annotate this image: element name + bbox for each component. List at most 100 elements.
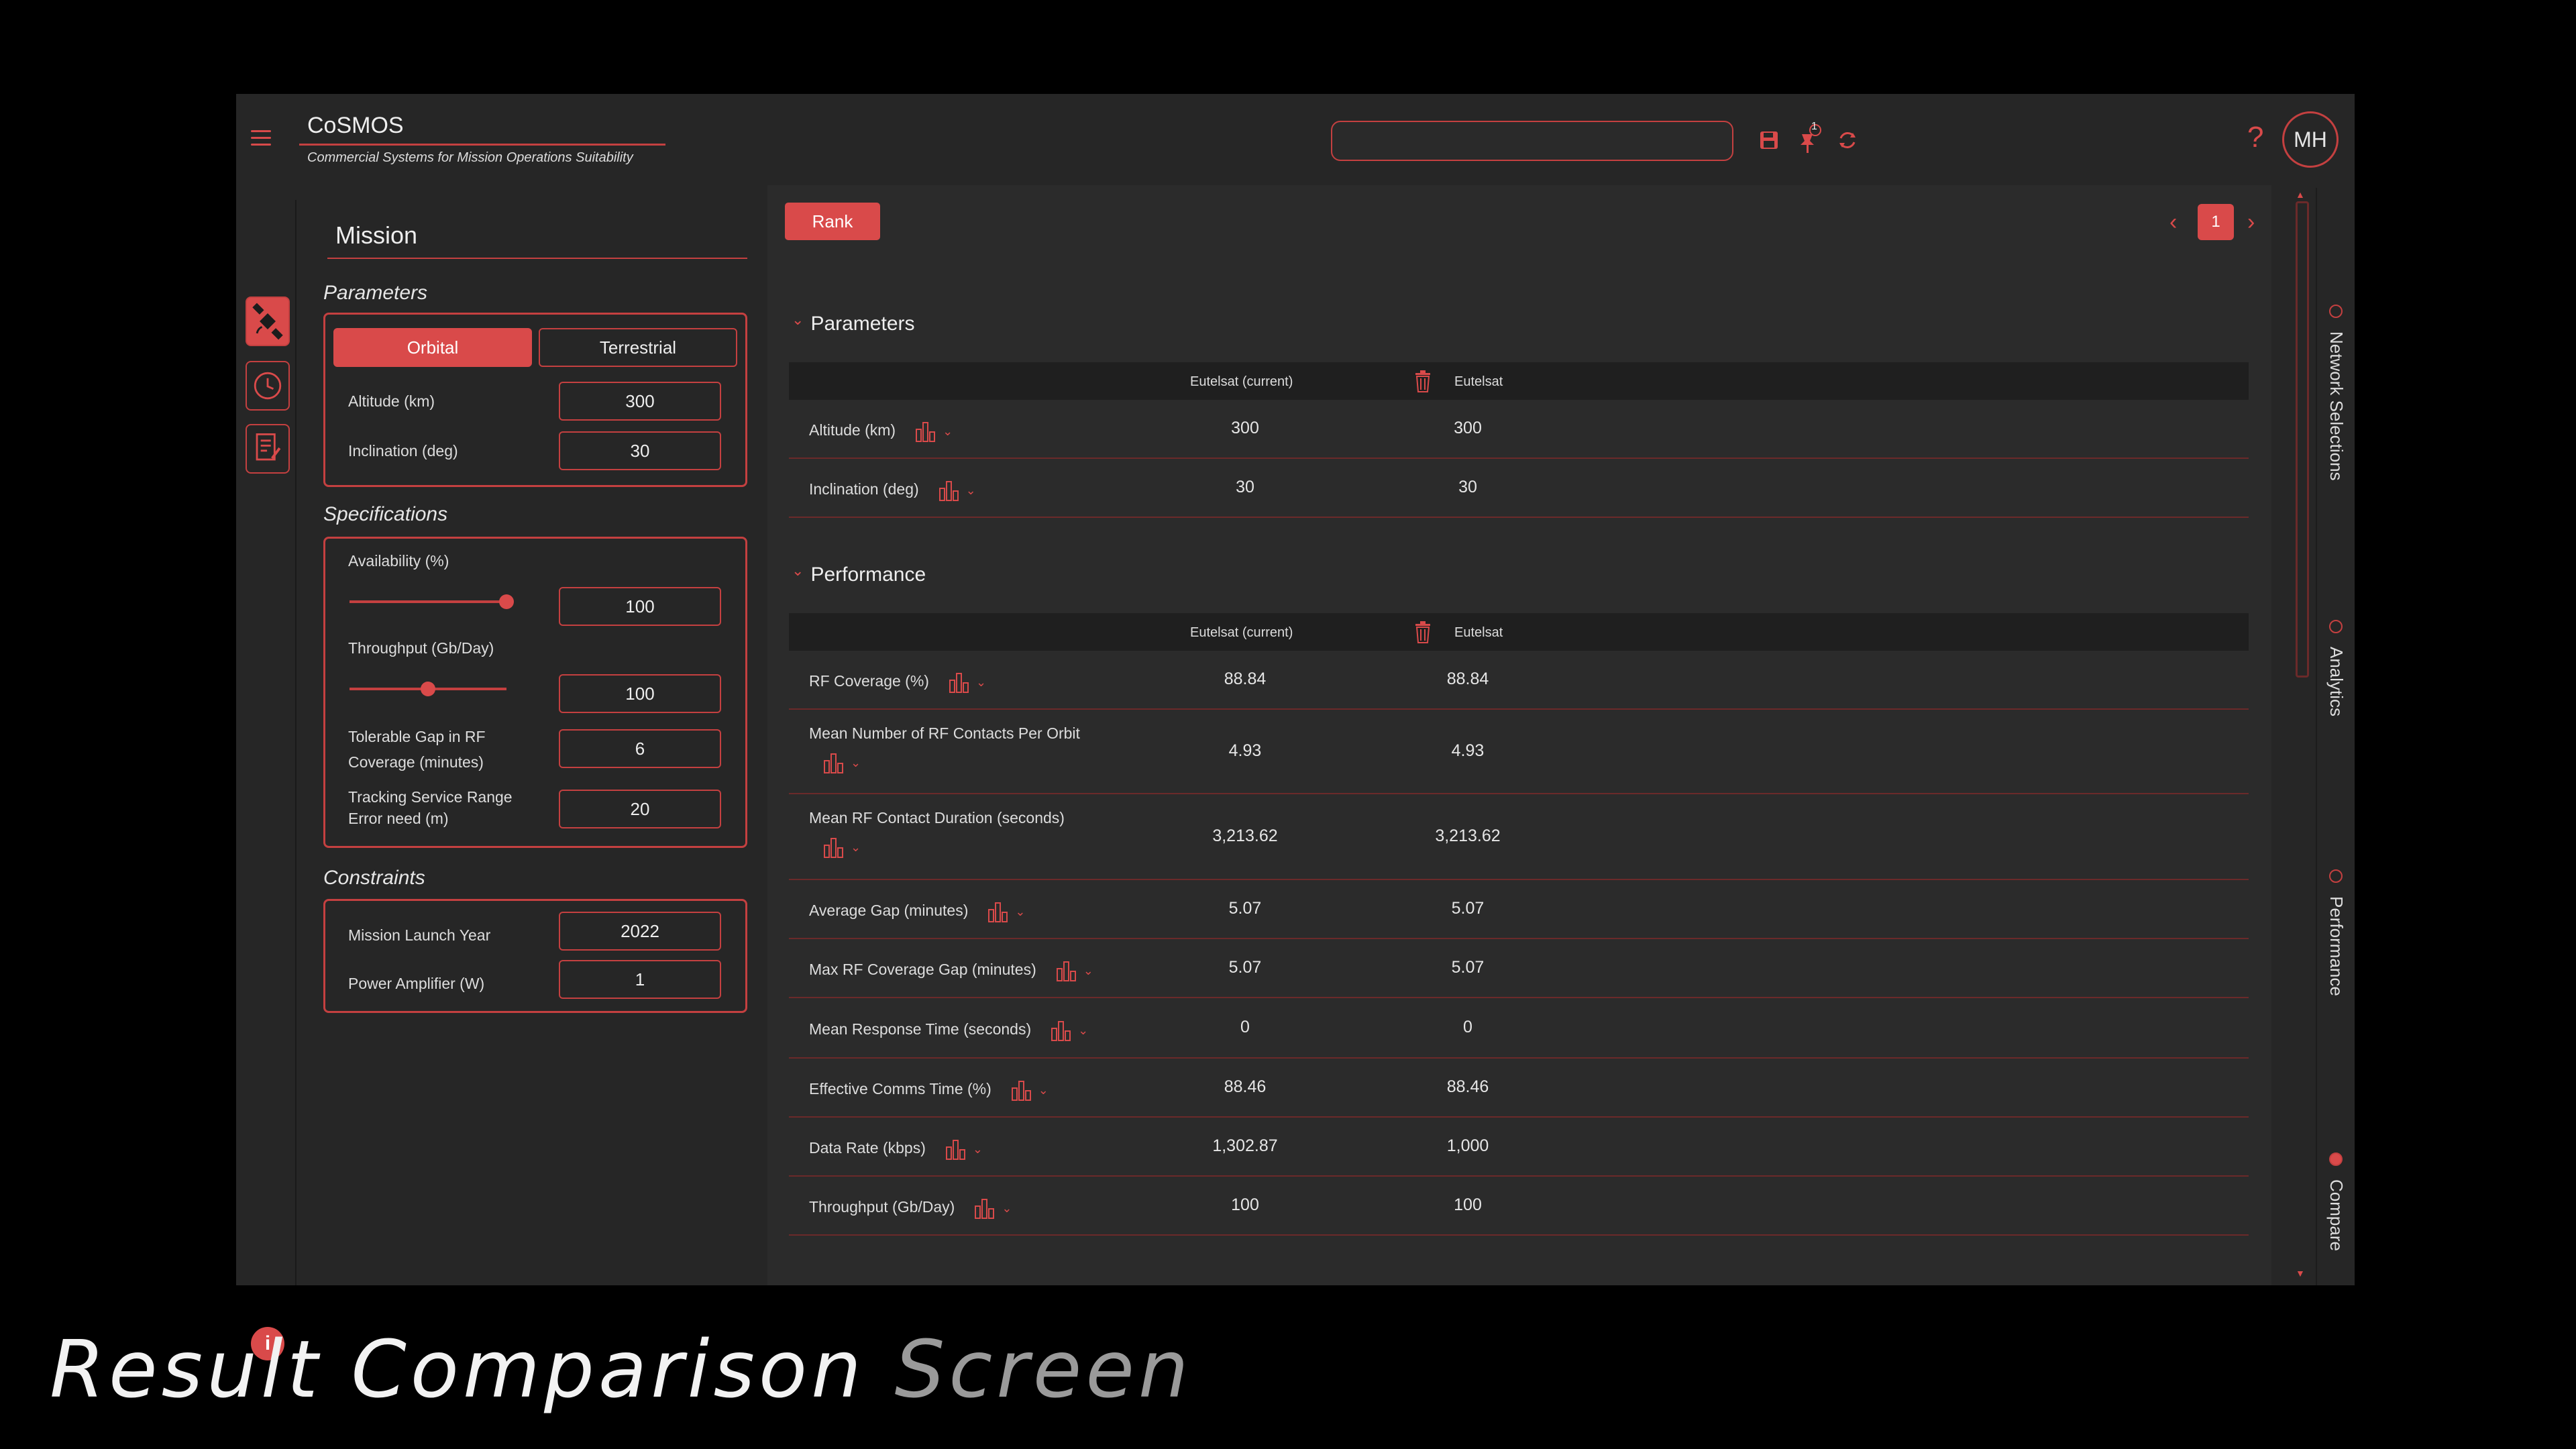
trash-icon[interactable] <box>1413 620 1433 644</box>
scrollbar[interactable]: ▲ ▼ <box>2293 189 2309 1281</box>
bar-chart-icon[interactable] <box>973 1197 996 1220</box>
nav-item-label[interactable]: Analytics <box>2326 647 2347 716</box>
nav-dot[interactable] <box>2329 305 2343 318</box>
chevron-down-icon[interactable]: ⌄ <box>851 756 861 770</box>
chevron-down-icon[interactable]: ⌄ <box>966 484 976 498</box>
history-icon[interactable] <box>246 361 290 411</box>
row-label-group: Mean Response Time (seconds) ⌄ <box>809 1019 1088 1042</box>
value-compare: 4.93 <box>1451 741 1485 760</box>
bar-chart-icon[interactable] <box>945 1138 967 1161</box>
parameters-section-toggle[interactable]: ⌄ Parameters <box>792 311 915 335</box>
menu-icon[interactable] <box>251 130 271 146</box>
throughput-label: Throughput (Gb/Day) <box>348 639 494 657</box>
row-label-group: Data Rate (kbps) ⌄ <box>809 1138 983 1161</box>
tracking-field[interactable]: 20 <box>559 790 721 828</box>
throughput-slider-thumb[interactable] <box>421 682 435 696</box>
divider <box>327 258 747 259</box>
bar-chart-icon[interactable] <box>987 900 1010 923</box>
throughput-slider[interactable] <box>350 682 506 696</box>
bar-chart-icon[interactable] <box>948 671 971 694</box>
throughput-field[interactable]: 100 <box>559 674 721 713</box>
page-number[interactable]: 1 <box>2198 204 2234 240</box>
bar-chart-icon[interactable] <box>822 836 845 859</box>
caption-secondary: Screen <box>894 1323 1193 1415</box>
inclination-label: Inclination (deg) <box>348 442 458 460</box>
mode-terrestrial-button[interactable]: Terrestrial <box>539 328 737 367</box>
nav-item-label[interactable]: Compare <box>2326 1179 2347 1251</box>
app-title: CoSMOS <box>307 113 404 138</box>
bar-chart-icon[interactable] <box>914 420 937 443</box>
nav-dot[interactable] <box>2329 869 2343 883</box>
bar-chart-icon[interactable] <box>938 479 961 502</box>
gap-label-line-1: Tolerable Gap in RF <box>348 728 486 745</box>
chevron-down-icon[interactable]: ⌄ <box>1002 1201 1012 1216</box>
row-label-group: Average Gap (minutes) ⌄ <box>809 900 1025 923</box>
search-input[interactable] <box>1331 121 1733 161</box>
row-label-group: Inclination (deg) ⌄ <box>809 479 976 502</box>
chevron-down-icon[interactable]: ⌄ <box>1078 1024 1088 1038</box>
nav-dot[interactable] <box>2329 1152 2343 1166</box>
chevron-down-icon[interactable]: ⌄ <box>1038 1083 1049 1097</box>
rank-button[interactable]: Rank <box>785 203 880 240</box>
row-label: RF Coverage (%) <box>809 672 929 690</box>
chevron-down-icon[interactable]: ⌄ <box>1083 964 1093 978</box>
value-compare: 1,000 <box>1446 1136 1489 1155</box>
next-page-button[interactable]: › <box>2247 209 2255 235</box>
satellite-icon[interactable] <box>246 297 290 346</box>
chevron-down-icon[interactable]: ⌄ <box>1015 905 1025 919</box>
specifications-box: Availability (%) 100 Throughput (Gb/Day)… <box>323 537 747 848</box>
value-current: 5.07 <box>1228 958 1262 977</box>
value-current: 1,302.87 <box>1212 1136 1278 1155</box>
bar-chart-icon[interactable] <box>1050 1019 1073 1042</box>
report-icon[interactable] <box>246 424 290 474</box>
nav-item-label[interactable]: Network Selections <box>2326 331 2347 481</box>
refresh-icon[interactable] <box>1833 123 1862 157</box>
pin-icon[interactable] <box>1794 123 1823 157</box>
table-row: Average Gap (minutes) ⌄ 5.07 5.07 <box>789 880 2249 939</box>
bar-chart-icon[interactable] <box>822 751 845 774</box>
table-row: RF Coverage (%) ⌄ 88.84 88.84 <box>789 651 2249 710</box>
prev-page-button[interactable]: ‹ <box>2169 209 2177 235</box>
altitude-field[interactable]: 300 <box>559 382 721 421</box>
section-constraints-heading: Constraints <box>323 867 425 889</box>
chevron-down-icon[interactable]: ⌄ <box>851 841 861 855</box>
scroll-up-icon[interactable]: ▲ <box>2296 189 2305 200</box>
inclination-field[interactable]: 30 <box>559 431 721 470</box>
availability-slider-thumb[interactable] <box>499 594 514 609</box>
column-header-compare: Eutelsat <box>1454 625 1503 640</box>
launch-year-field[interactable]: 2022 <box>559 912 721 951</box>
power-amplifier-field[interactable]: 1 <box>559 960 721 999</box>
availability-field[interactable]: 100 <box>559 587 721 626</box>
availability-slider[interactable] <box>350 594 514 609</box>
performance-section-title: Performance <box>810 564 926 586</box>
bar-chart-icon[interactable] <box>1055 959 1078 982</box>
scroll-down-icon[interactable]: ▼ <box>2296 1268 2305 1279</box>
row-label: Effective Comms Time (%) <box>809 1080 991 1098</box>
table-row: Mean Response Time (seconds) ⌄ 0 0 <box>789 998 2249 1059</box>
mode-orbital-button[interactable]: Orbital <box>333 328 532 367</box>
nav-item-label[interactable]: Performance <box>2326 896 2347 996</box>
table-row: Throughput (Gb/Day) ⌄ 100 100 <box>789 1177 2249 1236</box>
app-subtitle: Commercial Systems for Mission Operation… <box>307 150 633 165</box>
row-label: Altitude (km) <box>809 421 896 439</box>
performance-section-toggle[interactable]: ⌄ Performance <box>792 562 926 586</box>
save-icon[interactable] <box>1755 123 1784 157</box>
chevron-down-icon[interactable]: ⌄ <box>973 1142 983 1157</box>
table-row: Altitude (km) ⌄ 300 300 <box>789 400 2249 459</box>
chevron-down-icon[interactable]: ⌄ <box>976 676 986 690</box>
nav-dot[interactable] <box>2329 620 2343 633</box>
altitude-label: Altitude (km) <box>348 392 435 410</box>
title-underline <box>299 144 665 146</box>
value-current: 30 <box>1236 478 1254 496</box>
help-icon[interactable]: ? <box>2247 121 2263 154</box>
bar-chart-icon[interactable] <box>1010 1079 1033 1102</box>
trash-icon[interactable] <box>1413 369 1433 393</box>
row-label: Max RF Coverage Gap (minutes) <box>809 961 1036 979</box>
gap-field[interactable]: 6 <box>559 729 721 768</box>
value-current: 5.07 <box>1228 899 1262 918</box>
value-current: 3,213.62 <box>1212 826 1278 845</box>
chevron-down-icon[interactable]: ⌄ <box>943 425 953 439</box>
avatar[interactable]: MH <box>2282 111 2339 168</box>
scrollbar-thumb[interactable] <box>2296 201 2309 678</box>
row-label-group: Altitude (km) ⌄ <box>809 420 953 443</box>
